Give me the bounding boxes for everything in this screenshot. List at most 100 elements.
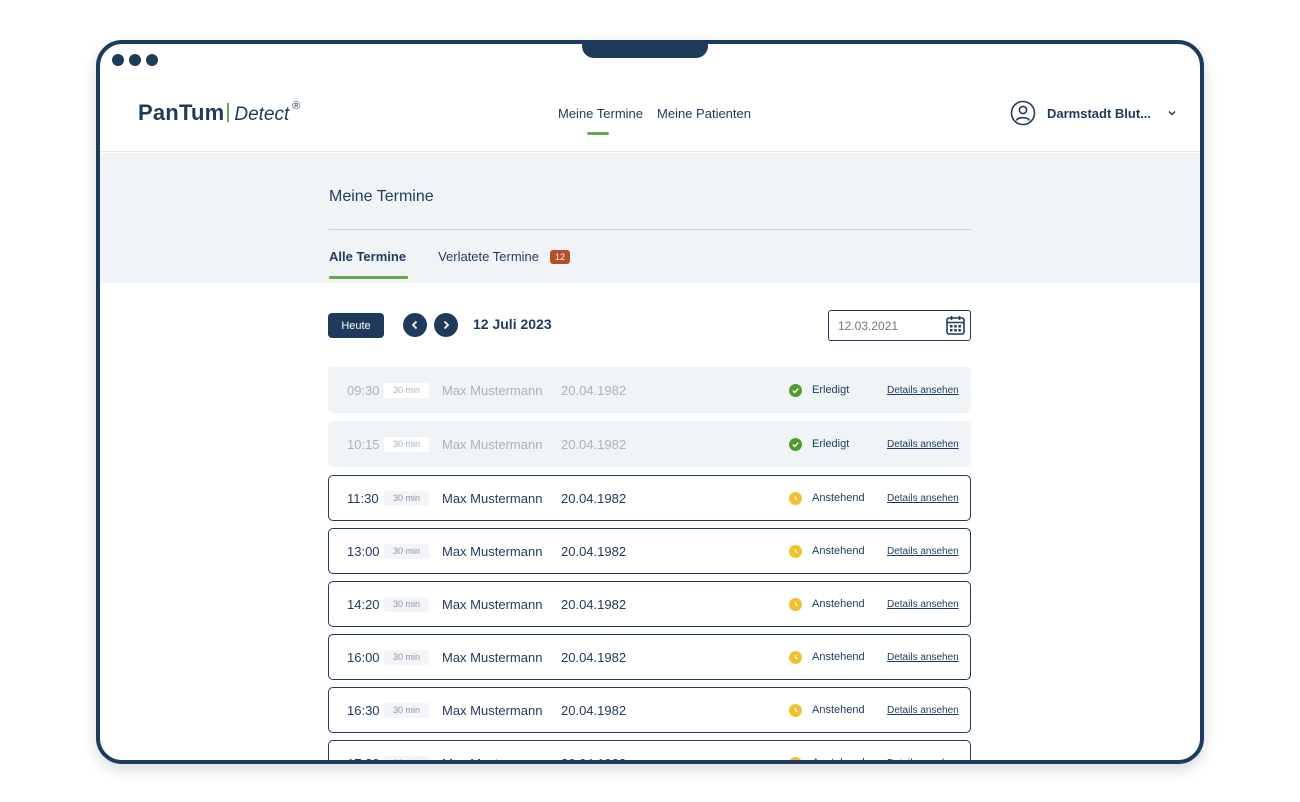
- pantum-detect-logo[interactable]: PanTum Detect ®: [138, 100, 300, 126]
- tab-label: Verlatete Termine: [438, 249, 539, 264]
- details-link[interactable]: Details ansehen: [887, 385, 959, 396]
- patient-name: Max Mustermann: [442, 755, 543, 764]
- main-nav: Meine Termine Meine Patienten: [558, 106, 751, 135]
- chevron-right-icon: [443, 320, 450, 330]
- patient-name: Max Mustermann: [442, 382, 543, 398]
- logo-sub-text: Detect: [234, 104, 290, 125]
- status-indicator: Erledigt: [789, 383, 850, 397]
- logo-main-text: PanTum: [138, 100, 225, 125]
- status-indicator: Anstehend: [789, 597, 865, 611]
- logo-divider: [227, 103, 230, 122]
- details-link[interactable]: Details ansehen: [887, 493, 959, 504]
- details-link[interactable]: Details ansehen: [887, 758, 959, 761]
- status-indicator: Anstehend: [789, 703, 865, 717]
- date-toolbar: Heute 12 Juli 2023: [328, 310, 972, 342]
- chevron-left-icon: [411, 320, 418, 330]
- device-notch: [582, 44, 708, 58]
- details-link[interactable]: Details ansehen: [887, 652, 959, 663]
- checkmark-icon: [792, 387, 799, 394]
- user-name: Darmstadt Blut...: [1047, 105, 1152, 121]
- clock-icon: [789, 650, 802, 664]
- appointment-row[interactable]: 10:15 30 min Max Mustermann 20.04.1982 Erled…: [328, 421, 971, 467]
- window-dot: [129, 54, 141, 66]
- appointment-row[interactable]: 17:30 30 min Max Mustermann 20.04.1982 Anste…: [328, 740, 971, 764]
- appointment-time: 09:30: [347, 382, 380, 398]
- patient-birthdate: 20.04.1982: [561, 702, 627, 718]
- status-indicator: Anstehend: [789, 491, 865, 505]
- appointment-row[interactable]: 13:00 30 min Max Mustermann 20.04.1982 Anste…: [328, 528, 971, 574]
- chevron-down-icon: [1168, 110, 1176, 116]
- appointment-time: 17:30: [347, 755, 380, 764]
- clock-hands-icon: [794, 548, 798, 553]
- clock-icon: [789, 597, 802, 611]
- patient-name: Max Mustermann: [442, 596, 543, 612]
- nav-item-meine-termine[interactable]: Meine Termine: [558, 106, 643, 135]
- details-link[interactable]: Details ansehen: [887, 439, 959, 450]
- appointment-row[interactable]: 16:00 30 min Max Mustermann 20.04.1982 Anste…: [328, 634, 971, 680]
- duration-badge: 30 min: [384, 649, 429, 665]
- patient-birthdate: 20.04.1982: [561, 755, 627, 764]
- window-controls: [112, 54, 158, 66]
- appointment-row[interactable]: 09:30 30 min Max Mustermann 20.04.1982 Erled…: [328, 367, 971, 413]
- status-label: Erledigt: [812, 384, 850, 396]
- page-header: Meine Termine Alle Termine Verlatete Ter…: [100, 153, 1200, 283]
- details-link[interactable]: Details ansehen: [887, 546, 959, 557]
- tab-verlatete-termine[interactable]: Verlatete Termine 12: [438, 249, 571, 279]
- status-label: Anstehend: [812, 545, 865, 557]
- status-indicator: Anstehend: [789, 756, 865, 764]
- previous-day-button[interactable]: [403, 313, 427, 337]
- patient-birthdate: 20.04.1982: [561, 382, 627, 398]
- date-picker-input[interactable]: [828, 310, 971, 341]
- window-dot: [112, 54, 124, 66]
- appointment-row[interactable]: 11:30 30 min Max Mustermann 20.04.1982 Anste…: [328, 475, 971, 521]
- tab-alle-termine[interactable]: Alle Termine: [329, 249, 409, 279]
- count-badge: 12: [550, 249, 571, 264]
- status-label: Anstehend: [812, 757, 865, 764]
- clock-hands-icon: [794, 601, 798, 606]
- current-date-label: 12 Juli 2023: [473, 316, 552, 332]
- patient-name: Max Mustermann: [442, 543, 543, 559]
- appointment-tabs: Alle Termine Verlatete Termine 12: [329, 249, 571, 279]
- duration-badge: 30 min: [384, 543, 429, 559]
- patient-name: Max Mustermann: [442, 490, 543, 506]
- header-divider: [329, 229, 971, 230]
- duration-badge: 30 min: [384, 490, 429, 506]
- clock-icon: [789, 703, 802, 717]
- status-label: Anstehend: [812, 492, 865, 504]
- appointment-time: 16:30: [347, 702, 380, 718]
- next-day-button[interactable]: [434, 313, 458, 337]
- appointment-list: 09:30 30 min Max Mustermann 20.04.1982 Erled…: [328, 367, 972, 764]
- app-screen: PanTum Detect ® Meine Termine Meine Pati…: [100, 74, 1200, 764]
- status-indicator: Anstehend: [789, 544, 865, 558]
- clock-icon: [789, 491, 802, 505]
- window-dot: [146, 54, 158, 66]
- patient-name: Max Mustermann: [442, 702, 543, 718]
- details-link[interactable]: Details ansehen: [887, 599, 959, 610]
- status-label: Anstehend: [812, 704, 865, 716]
- appointment-time: 11:30: [347, 490, 379, 506]
- nav-item-meine-patienten[interactable]: Meine Patienten: [657, 106, 751, 135]
- status-label: Erledigt: [812, 438, 850, 450]
- checkmark-icon: [792, 441, 799, 448]
- check-circle-icon: [789, 437, 802, 451]
- device-frame: PanTum Detect ® Meine Termine Meine Pati…: [96, 40, 1204, 764]
- patient-birthdate: 20.04.1982: [561, 436, 627, 452]
- today-button[interactable]: Heute: [328, 313, 384, 338]
- details-link[interactable]: Details ansehen: [887, 705, 959, 716]
- appointment-row[interactable]: 14:20 30 min Max Mustermann 20.04.1982 Anste…: [328, 581, 971, 627]
- user-menu[interactable]: Darmstadt Blut...: [1010, 100, 1178, 126]
- status-indicator: Erledigt: [789, 437, 850, 451]
- top-navigation-bar: PanTum Detect ® Meine Termine Meine Pati…: [100, 74, 1200, 152]
- appointment-time: 10:15: [347, 436, 380, 452]
- status-indicator: Anstehend: [789, 650, 865, 664]
- patient-name: Max Mustermann: [442, 649, 543, 665]
- appointment-time: 14:20: [347, 596, 380, 612]
- patient-birthdate: 20.04.1982: [561, 490, 627, 506]
- duration-badge: 30 min: [384, 382, 429, 398]
- appointment-time: 13:00: [347, 543, 380, 559]
- page-title: Meine Termine: [329, 188, 434, 205]
- duration-badge: 30 min: [384, 436, 429, 452]
- appointment-row[interactable]: 16:30 30 min Max Mustermann 20.04.1982 Anste…: [328, 687, 971, 733]
- appointment-time: 16:00: [347, 649, 380, 665]
- user-circle-icon: [1010, 100, 1036, 126]
